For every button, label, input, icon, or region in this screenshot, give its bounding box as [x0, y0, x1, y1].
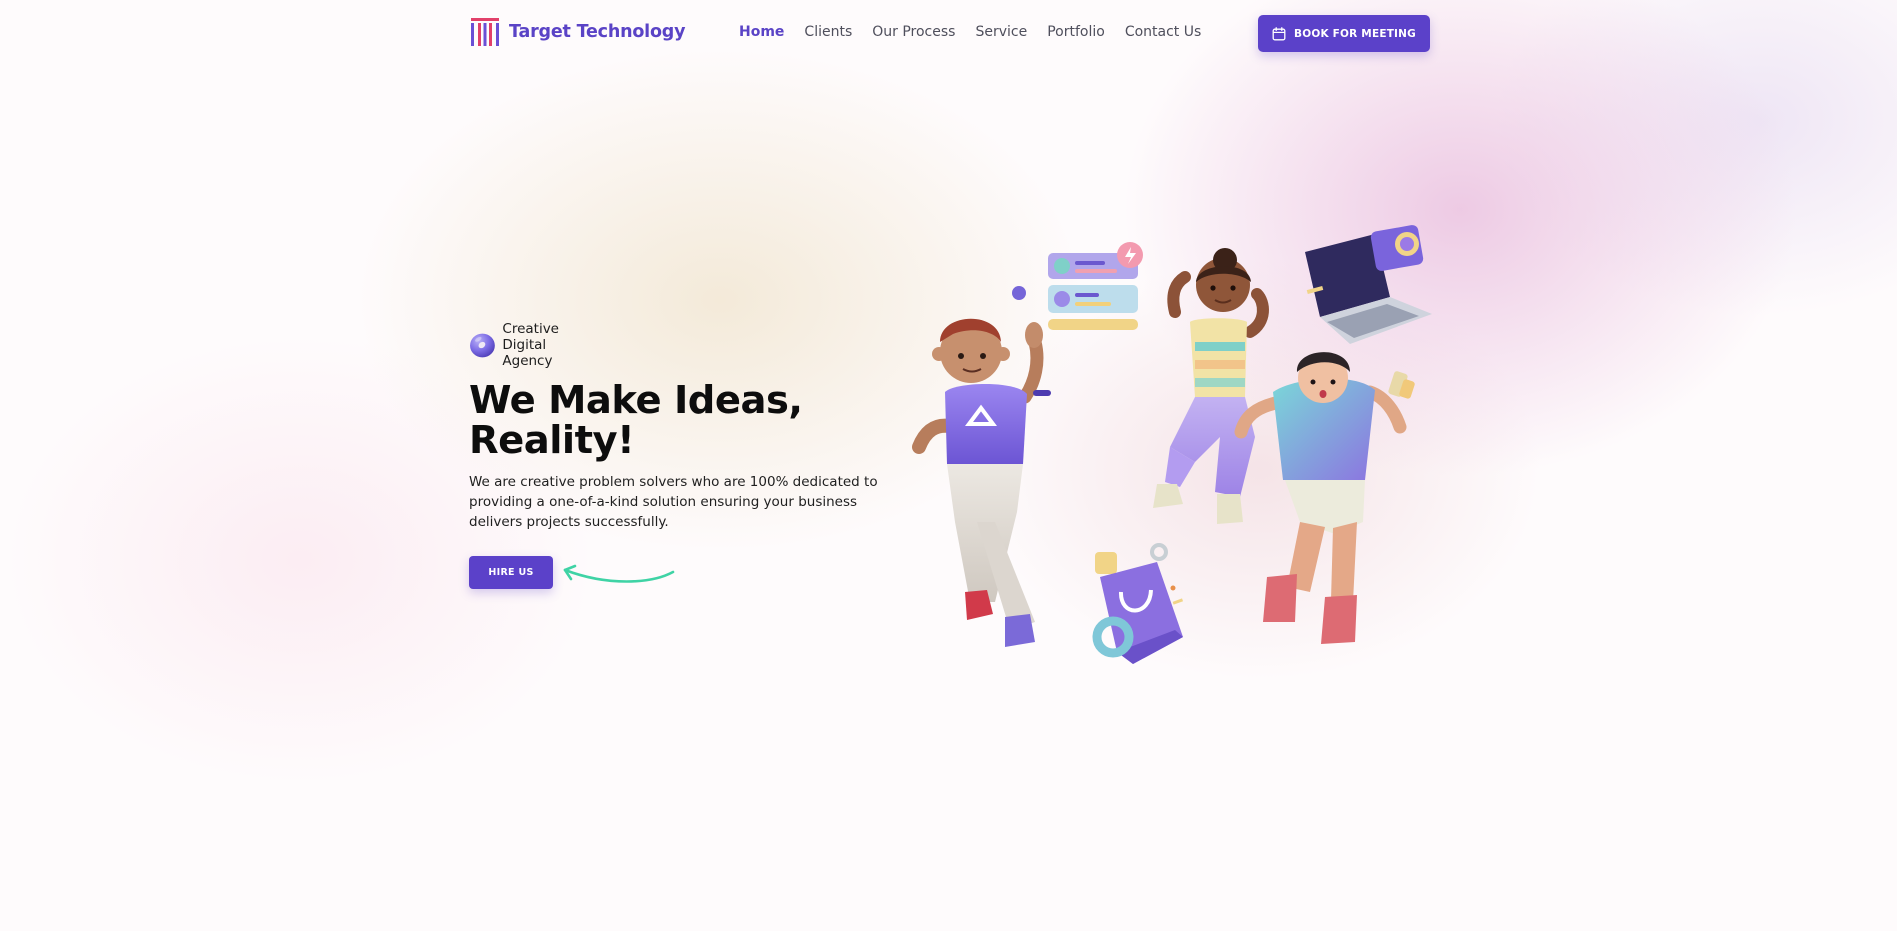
shopping-bag — [1092, 543, 1184, 664]
site-header: Target Technology Home Clients Our Proce… — [0, 0, 1897, 66]
hero-illustration — [912, 225, 1432, 664]
tagline: Creative Digital Agency — [469, 319, 585, 371]
logo-link[interactable]: Target Technology — [470, 17, 686, 47]
hero-subtext: We are creative problem solvers who are … — [469, 474, 878, 530]
ui-cards — [1048, 242, 1143, 330]
curved-arrow-icon — [563, 564, 675, 583]
character-teal-sweater — [1234, 352, 1415, 644]
nav-clients[interactable]: Clients — [804, 24, 852, 40]
hire-us-button[interactable]: HIRE US — [469, 556, 553, 589]
small-sphere — [1012, 286, 1026, 300]
nav-our-process[interactable]: Our Process — [872, 24, 955, 40]
book-meeting-label: BOOK FOR MEETING — [1294, 27, 1416, 40]
hero-headline: We Make Ideas, Reality! — [469, 378, 803, 463]
nav-contact-us[interactable]: Contact Us — [1125, 24, 1201, 40]
donut-icon — [470, 333, 495, 358]
character-purple-tee — [912, 318, 1051, 647]
tagline-text: Creative Digital Agency — [502, 321, 559, 369]
brand-name: Target Technology — [509, 22, 686, 42]
book-meeting-button[interactable]: BOOK FOR MEETING — [1258, 15, 1430, 52]
calendar-icon — [1272, 26, 1286, 40]
laptop — [1305, 225, 1432, 344]
main-nav: Home Clients Our Process Service Portfol… — [739, 24, 1201, 40]
nav-service[interactable]: Service — [975, 24, 1027, 40]
logo-icon — [471, 18, 499, 46]
nav-portfolio[interactable]: Portfolio — [1047, 24, 1105, 40]
nav-home[interactable]: Home — [739, 24, 784, 40]
character-striped-top — [1153, 248, 1269, 524]
